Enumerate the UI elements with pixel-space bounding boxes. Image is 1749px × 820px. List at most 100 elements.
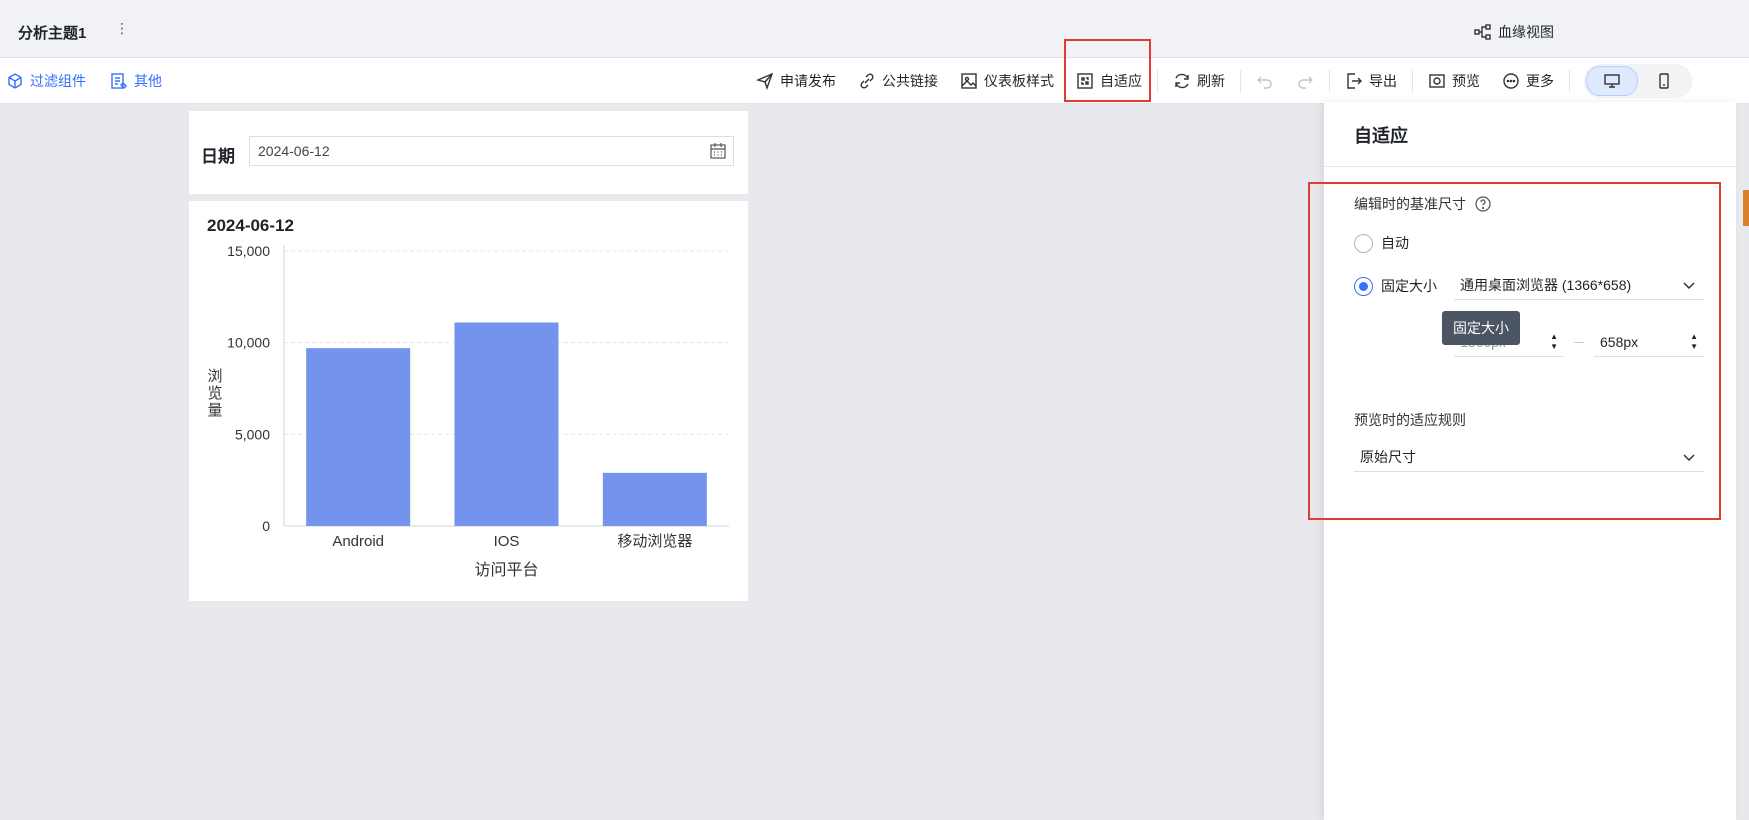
refresh-button[interactable]: 刷新	[1162, 58, 1236, 104]
height-value: 658px	[1600, 333, 1639, 350]
bar	[602, 472, 707, 526]
toolbar-divider	[1569, 70, 1570, 92]
chevron-down-icon	[1680, 276, 1698, 294]
undo-button[interactable]	[1245, 58, 1285, 104]
stepper-down-icon[interactable]: ▼	[1690, 342, 1698, 352]
stepper-up-icon[interactable]: ▲	[1550, 332, 1558, 342]
other-button[interactable]: 其他	[110, 71, 162, 91]
y-axis-title-char: 量	[207, 401, 222, 419]
preview-rule-select[interactable]: 原始尺寸	[1354, 442, 1704, 472]
calendar-icon[interactable]	[709, 142, 727, 160]
toolbar-divider	[1329, 70, 1330, 92]
dashboard-style-button[interactable]: 仪表板样式	[949, 58, 1065, 104]
export-icon	[1345, 72, 1363, 90]
edit-base-size-title: 编辑时的基准尺寸	[1354, 194, 1492, 214]
device-toggle	[1584, 64, 1692, 98]
y-tick-label: 5,000	[235, 426, 270, 442]
refresh-label: 刷新	[1197, 73, 1225, 89]
publish-button[interactable]: 申请发布	[745, 58, 847, 104]
y-axis-title-char: 览	[207, 384, 222, 402]
export-button[interactable]: 导出	[1334, 58, 1408, 104]
question-circle-icon[interactable]	[1474, 195, 1492, 213]
y-axis-title-char: 浏	[207, 367, 222, 385]
vertical-dots-icon[interactable]: ⋮	[115, 20, 129, 37]
top-bar: 分析主题1 ⋮ 血缘视图	[0, 0, 1749, 58]
preset-size-value: 通用桌面浏览器 (1366*658)	[1460, 277, 1632, 293]
lineage-view-label: 血缘视图	[1498, 24, 1554, 40]
bar	[454, 322, 559, 526]
date-filter-value: 2024-06-12	[258, 143, 330, 159]
publish-label: 申请发布	[780, 73, 836, 89]
height-stepper[interactable]: ▲ ▼	[1690, 332, 1698, 352]
preview-rule-label: 预览时的适应规则	[1354, 412, 1466, 428]
link-icon	[858, 72, 876, 90]
refresh-icon	[1173, 72, 1191, 90]
export-label: 导出	[1369, 73, 1397, 89]
mobile-view-button[interactable]	[1638, 66, 1690, 96]
date-filter-input[interactable]: 2024-06-12	[249, 136, 734, 166]
panel-title: 自适应	[1354, 126, 1408, 146]
preview-rule-value: 原始尺寸	[1360, 448, 1416, 465]
other-label: 其他	[134, 73, 162, 89]
stepper-down-icon[interactable]: ▼	[1550, 342, 1558, 352]
edit-base-size-label: 编辑时的基准尺寸	[1354, 196, 1466, 212]
camera-preview-icon	[1428, 72, 1446, 90]
lineage-icon	[1474, 23, 1492, 41]
radio-fixed-size[interactable]: 固定大小	[1354, 276, 1437, 296]
width-stepper[interactable]: ▲ ▼	[1550, 332, 1558, 352]
chevron-down-icon	[1680, 448, 1698, 466]
height-input[interactable]: 658px ▲ ▼	[1594, 327, 1704, 357]
y-tick-label: 0	[262, 518, 270, 534]
public-link-button[interactable]: 公共链接	[847, 58, 949, 104]
preview-rule-title: 预览时的适应规则	[1354, 410, 1466, 430]
phone-icon	[1655, 72, 1673, 90]
edge-accent	[1743, 190, 1749, 226]
bar-chart: 0 5,000 10,000 15,000 Android IOS 移动浏览器访问平台 浏览量	[207, 243, 729, 579]
date-filter-card: 日期 2024-06-12	[189, 111, 748, 194]
preview-button[interactable]: 预览	[1417, 58, 1491, 104]
toolbar: 过滤组件 其他 申请发布 公共链接 仪表板样式 自适应 刷新 导出 预览 更多	[0, 58, 1749, 104]
radio-fixed-label: 固定大小	[1381, 278, 1437, 294]
date-filter-label: 日期	[201, 147, 235, 166]
preview-label: 预览	[1452, 73, 1480, 89]
filter-component-button[interactable]: 过滤组件	[6, 71, 86, 91]
toolbar-divider	[1240, 70, 1241, 92]
radio-fixed-circle[interactable]	[1354, 276, 1373, 296]
panel-divider	[1324, 166, 1736, 167]
filter-component-label: 过滤组件	[30, 73, 86, 89]
undo-icon	[1256, 72, 1274, 90]
filter-cube-icon	[6, 72, 24, 90]
edit-list-icon	[110, 72, 128, 90]
x-tick-label: 移动浏览器	[617, 533, 692, 550]
page-title: 分析主题1	[18, 25, 87, 42]
y-tick-label: 10,000	[227, 335, 270, 351]
public-link-label: 公共链接	[882, 73, 938, 89]
x-axis-title: 访问平台	[474, 561, 538, 579]
dashboard-style-label: 仪表板样式	[984, 73, 1054, 89]
desktop-view-button[interactable]	[1586, 66, 1638, 96]
toolbar-divider	[1157, 70, 1158, 92]
redo-button[interactable]	[1285, 58, 1325, 104]
adaptive-highlight-box	[1064, 39, 1151, 102]
radio-auto[interactable]: 自动	[1354, 233, 1409, 253]
radio-auto-circle[interactable]	[1354, 233, 1373, 253]
send-icon	[756, 72, 774, 90]
y-tick-label: 15,000	[227, 243, 270, 259]
image-style-icon	[960, 72, 978, 90]
x-tick-label: Android	[332, 533, 384, 550]
more-label: 更多	[1526, 73, 1554, 89]
more-circle-icon	[1502, 72, 1520, 90]
x-tick-label: IOS	[494, 533, 520, 550]
bar	[306, 348, 411, 526]
monitor-icon	[1603, 72, 1621, 90]
size-separator	[1574, 342, 1584, 343]
preset-size-select[interactable]: 通用桌面浏览器 (1366*658)	[1454, 271, 1704, 300]
stepper-up-icon[interactable]: ▲	[1690, 332, 1698, 342]
lineage-view-button[interactable]: 血缘视图	[1474, 22, 1554, 42]
fixed-size-tooltip: 固定大小	[1442, 311, 1520, 345]
more-button[interactable]: 更多	[1491, 58, 1565, 104]
redo-icon	[1296, 72, 1314, 90]
bar-chart-card: 2024-06-12 0 5,000 10,000 15,000 Android IOS 移…	[189, 201, 748, 601]
radio-auto-label: 自动	[1381, 235, 1409, 251]
toolbar-divider	[1412, 70, 1413, 92]
